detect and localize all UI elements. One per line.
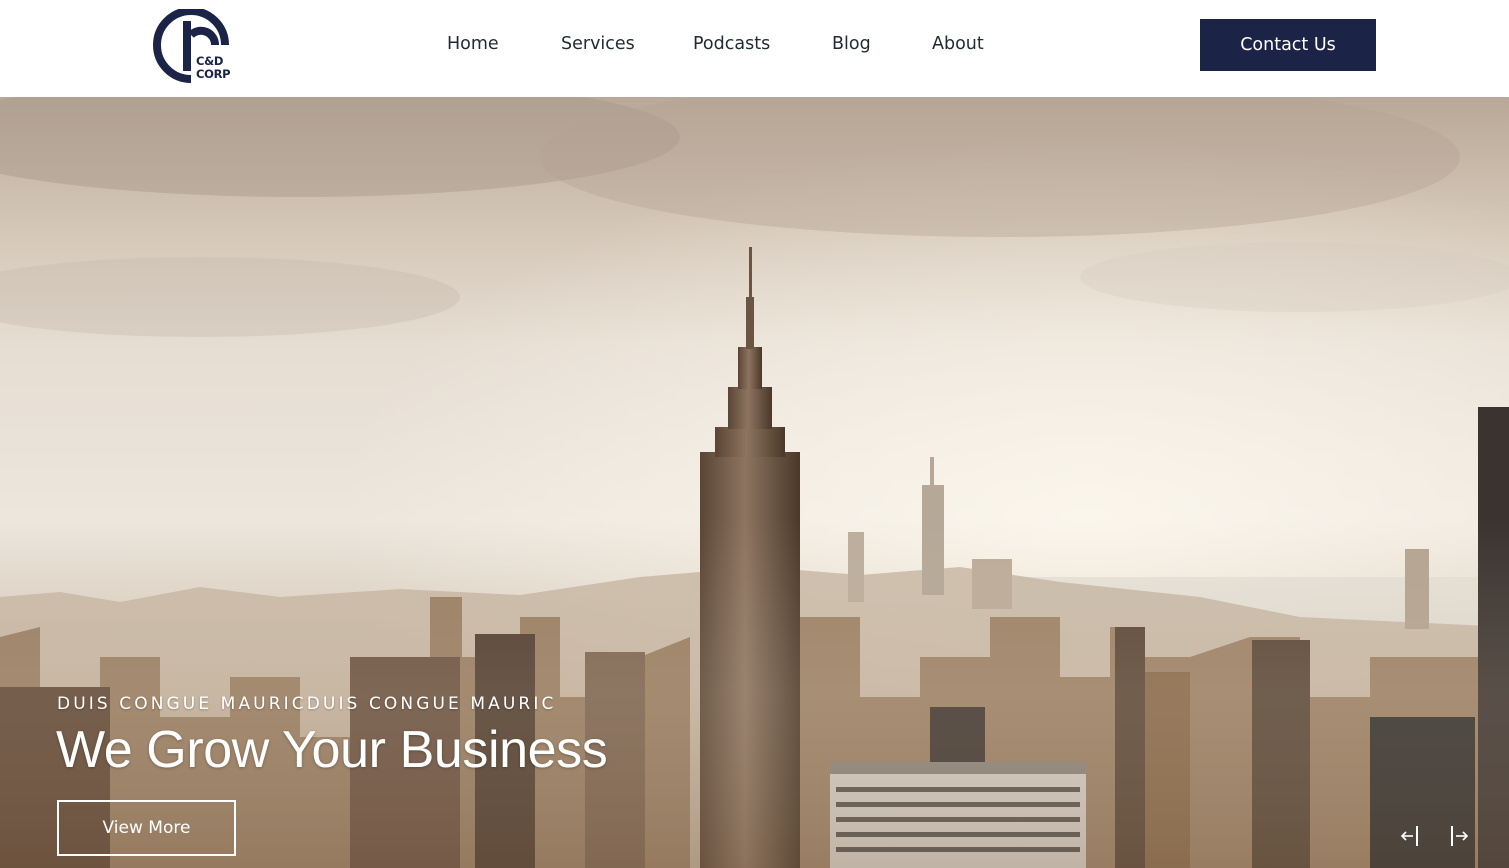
arrow-left-bar-icon[interactable]: [1399, 823, 1421, 849]
hero-eyebrow: DUIS CONGUE MAURICDUIS CONGUE MAURIC: [57, 694, 557, 714]
arrow-right-bar-icon[interactable]: [1448, 823, 1470, 849]
nav-item-services[interactable]: Services: [561, 31, 635, 57]
nav-item-podcasts[interactable]: Podcasts: [693, 31, 770, 57]
next-slide-icon: [1451, 826, 1469, 846]
hero-slider: DUIS CONGUE MAURICDUIS CONGUE MAURIC We …: [0, 97, 1509, 868]
contact-us-button[interactable]: Contact Us: [1200, 19, 1376, 71]
site-header: C&D CORP Home Services Podcasts Blog Abo…: [0, 0, 1509, 97]
nav-item-about[interactable]: About: [932, 31, 984, 57]
prev-slide-icon: [1400, 826, 1418, 846]
nav-item-blog[interactable]: Blog: [832, 31, 871, 57]
logo-wordmark: C&D CORP: [196, 55, 241, 80]
hero-headline: We Grow Your Business: [56, 721, 608, 779]
view-more-button[interactable]: View More: [57, 800, 236, 856]
logo-line-2: CORP: [196, 66, 231, 81]
nav-item-home[interactable]: Home: [447, 31, 499, 57]
